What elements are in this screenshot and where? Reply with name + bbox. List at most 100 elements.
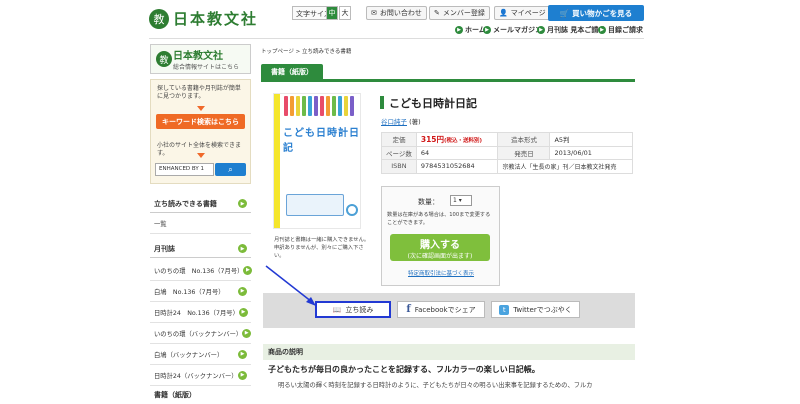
description-body: 明るい太陽の輝く時刻を記録する日時計のように、子どもたちが日々の明るい出来事を記… (278, 382, 593, 389)
books-section-title[interactable]: 書籍（紙版） (150, 386, 251, 404)
arrow-icon: ▶ (238, 244, 247, 253)
arrow-icon: ▶ (238, 286, 247, 296)
member-register-button[interactable]: ✎ メンバー登録 (429, 6, 490, 20)
site-logo[interactable]: 教 日本教文社 (149, 8, 258, 29)
sidebar-item-label: いのちの環（バックナンバー） (154, 330, 243, 338)
breadcrumb[interactable]: トップページ > 立ち読みできる書籍 (261, 47, 351, 55)
chevron-down-icon: ▾ (458, 197, 462, 204)
search-button[interactable]: ⌕ (215, 163, 246, 176)
font-size-medium-button[interactable]: 中 (326, 6, 338, 20)
cover-clock-illustration (346, 204, 358, 216)
mypage-button[interactable]: 👤 マイページ (494, 6, 551, 20)
book-info-table: 定価 315円(税込・送料別) 造本形式 A5判 ページ数 64 発売日 201… (381, 132, 633, 174)
logo-text: 日本教文社 (173, 10, 259, 28)
brand-sub: 総合情報サイトはこちら (173, 64, 240, 71)
buy-button[interactable]: 購入する (次に確認画面が出ます) (390, 234, 490, 261)
buy-sublabel: (次に確認画面が出ます) (407, 252, 473, 260)
cart-button[interactable]: 🛒 買い物かごを見る (548, 5, 644, 21)
brand-name: 日本教文社 (173, 51, 223, 62)
cover-calendar-illustration (286, 194, 344, 216)
arrow-icon: ▶ (242, 328, 252, 338)
sidebar-item-magazine[interactable]: 白鳩（バックナンバー） ▶ (150, 344, 251, 365)
annotation-arrow-icon (265, 265, 316, 306)
arrow-icon: ▶ (238, 349, 247, 359)
contact-label: お問い合わせ (379, 9, 422, 17)
nav-sample-request-label: 月刊誌 見本ご請求 (547, 26, 606, 34)
quantity-select[interactable]: 1 ▾ (450, 195, 472, 206)
sidebar-item-magazine[interactable]: いのちの環（バックナンバー） ▶ (150, 323, 252, 344)
isbn-value: 9784531052684 (415, 159, 499, 174)
description-header: 商品の説明 (263, 344, 635, 360)
facebook-share-button[interactable]: f Facebookでシェア (397, 301, 485, 318)
arrow-icon: ▶ (238, 307, 248, 317)
pencil-decoration (338, 96, 342, 116)
description-title: 子どもたちが毎日の良かったことを記録する、フルカラーの楽しい日記帳。 (268, 365, 540, 374)
cart-icon: 🛒 (559, 8, 570, 18)
twitter-icon: t (499, 304, 510, 315)
sidebar-item-magazine[interactable]: 日時計24 No.136（7月号） ▶ (150, 302, 251, 323)
book-title: こども日時計日記 (389, 97, 477, 110)
tachiyomi-section-title[interactable]: 立ち読みできる書籍 ▶ (150, 195, 251, 213)
pencil-decoration (296, 96, 300, 116)
nav-sample-request[interactable]: ▶ 月刊誌 見本ご請求 (537, 25, 605, 35)
facebook-label: Facebookでシェア (414, 305, 476, 314)
pencil-decoration (350, 96, 354, 116)
contact-button[interactable]: ✉ お問い合わせ (366, 6, 427, 20)
nav-mail-magazine-label: メールマガジン (493, 26, 542, 34)
category-tab: 書籍（紙版） (261, 64, 323, 79)
isbn-label: ISBN (381, 159, 417, 174)
sidebar-item-label: 白鳩 No.136（7月号） (154, 288, 225, 296)
arrow-icon: ▶ (243, 265, 253, 275)
pencil-decoration (332, 96, 336, 116)
down-arrow-icon (197, 153, 205, 158)
cover-note: 月刊誌と書籍は一緒に購入できません。申訳ありませんが、別々にご購入下さい。 (274, 237, 370, 259)
font-size-large-button[interactable]: 大 (339, 6, 351, 20)
tachiyomi-label: 立ち読み (345, 305, 374, 314)
keyword-search-button[interactable]: キーワード検索はこちら (156, 114, 245, 129)
magazine-title-label: 月刊誌 (154, 244, 175, 253)
sidebar-item-magazine[interactable]: 白鳩 No.136（7月号） ▶ (150, 281, 251, 302)
nav-catalog-request[interactable]: ▶ 目録ご請求 (598, 25, 643, 35)
sidebar-item-tachiyomi-list[interactable]: 一覧 (150, 213, 251, 234)
search-icon: ⌕ (228, 164, 233, 174)
date-label: 発売日 (497, 145, 551, 160)
book-icon: 📖 (332, 305, 342, 314)
sidebar-item-magazine[interactable]: いのちの環 No.136（7月号） ▶ (150, 260, 253, 281)
site-search-input[interactable]: ENHANCED BY 1 (155, 163, 214, 176)
publisher-value: 宗教法人「生長の家」刊／日本教文社発売 (497, 159, 633, 174)
sidebar-item-label: 日時計24（バックナンバー） (154, 372, 238, 380)
author-link[interactable]: 谷口純子 (381, 118, 407, 126)
price-label: 定価 (381, 132, 417, 147)
nav-home[interactable]: ▶ ホーム (455, 25, 486, 35)
tachiyomi-button[interactable]: 📖 立ち読み (315, 301, 391, 318)
sidebar-item-magazine[interactable]: 日時計24（バックナンバー） ▶ (150, 365, 251, 386)
date-value: 2013/06/01 (549, 145, 633, 160)
logo-mark-icon: 教 (149, 8, 169, 29)
format-value: A5判 (549, 132, 633, 147)
format-label: 造本形式 (497, 132, 551, 147)
pencil-decoration (308, 96, 312, 116)
tachiyomi-title-label: 立ち読みできる書籍 (154, 199, 217, 208)
buy-label: 購入する (420, 239, 460, 251)
member-register-label: メンバー登録 (442, 9, 485, 17)
cart-label: 買い物かごを見る (572, 8, 633, 18)
author-suffix: (著) (409, 118, 421, 126)
sidebar-item-label: いのちの環 No.136（7月号） (154, 267, 244, 275)
nav-mail-magazine[interactable]: ▶ メールマガジン (483, 25, 542, 35)
title-accent (380, 96, 384, 109)
quantity-value: 1 (453, 197, 457, 204)
order-box: 数量： 1 ▾ 数量は在庫がある場合は、100まで変更することができます。 購入… (381, 186, 500, 286)
sidebar-search-box: 探している書籍や月刊誌が簡単に見つかります。 キーワード検索はこちら 小社のサイ… (150, 79, 251, 184)
trade-law-link[interactable]: 特定商取引法に基づく表示 (408, 269, 474, 277)
pages-label: ページ数 (381, 145, 417, 160)
envelope-icon: ✉ (371, 9, 377, 17)
arrow-icon: ▶ (598, 26, 606, 34)
twitter-share-button[interactable]: t Twitterでつぶやく (491, 301, 580, 318)
facebook-icon: f (406, 304, 411, 315)
magazine-section-title[interactable]: 月刊誌 ▶ (150, 240, 251, 258)
pencil-decoration (314, 96, 318, 116)
brand-site-banner[interactable]: 教 日本教文社 総合情報サイトはこちら (150, 44, 251, 74)
price-value: 315円 (420, 134, 445, 144)
arrow-icon: ▶ (455, 26, 463, 34)
pencil-icon: ✎ (434, 9, 440, 17)
